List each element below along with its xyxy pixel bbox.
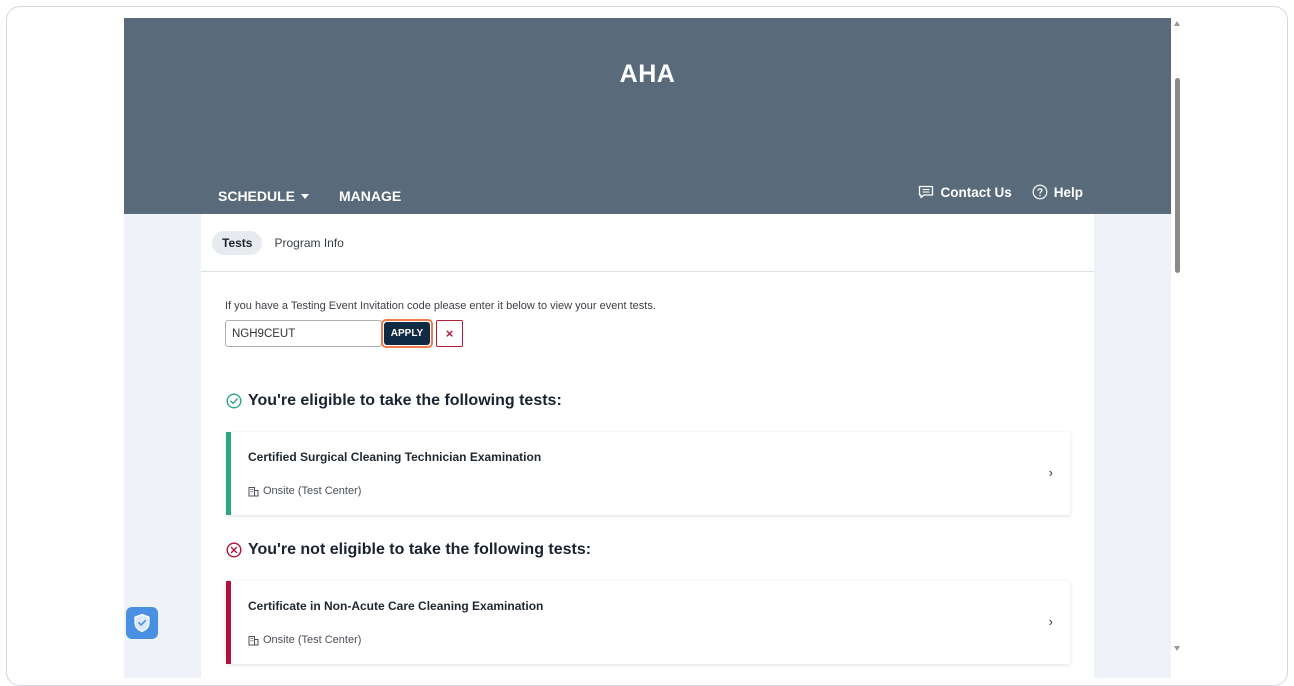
nav-schedule-dropdown[interactable]: SCHEDULE [218, 188, 310, 204]
test-delivery-mode-label: Onsite (Test Center) [263, 634, 362, 646]
check-circle-icon [226, 393, 242, 409]
page-scrollbar[interactable] [1171, 18, 1185, 678]
invitation-code-input[interactable] [225, 320, 382, 347]
chevron-right-icon: › [1048, 614, 1053, 629]
help-label: Help [1053, 184, 1083, 200]
nav-schedule-label: SCHEDULE [218, 188, 296, 204]
browser-frame: AHA SCHEDULE MANAGE Contact Us Help Test… [6, 6, 1288, 686]
header-banner: AHA SCHEDULE MANAGE Contact Us Help [124, 18, 1171, 214]
shield-check-icon [134, 613, 150, 633]
clear-code-button[interactable]: × [436, 320, 463, 347]
building-icon [248, 635, 259, 645]
scrollbar-thumb[interactable] [1175, 78, 1180, 273]
contact-us-link[interactable]: Contact Us [918, 184, 1012, 200]
test-title: Certificate in Non-Acute Care Cleaning E… [248, 599, 544, 613]
apply-focus-ring: APPLY [381, 319, 433, 348]
eligible-heading-text: You're eligible to take the following te… [248, 392, 562, 409]
tests-panel: Tests Program Info If you have a Testing… [201, 214, 1094, 678]
eligible-test-card[interactable]: Certified Surgical Cleaning Technician E… [226, 432, 1070, 515]
scroll-up-arrow-icon[interactable] [1174, 21, 1180, 26]
test-delivery-mode: Onsite (Test Center) [248, 485, 361, 497]
tab-bar: Tests Program Info [201, 214, 1094, 272]
chevron-right-icon: › [1048, 465, 1053, 480]
ineligible-test-card[interactable]: Certificate in Non-Acute Care Cleaning E… [226, 581, 1070, 664]
brand-title: AHA [619, 60, 676, 88]
help-circle-icon [1032, 184, 1048, 200]
eligible-heading: You're eligible to take the following te… [226, 392, 562, 410]
contact-us-label: Contact Us [940, 184, 1012, 200]
main-nav: SCHEDULE MANAGE [218, 188, 401, 204]
help-link[interactable]: Help [1032, 184, 1083, 200]
caret-down-icon [301, 193, 310, 199]
test-title: Certified Surgical Cleaning Technician E… [248, 450, 542, 464]
ineligible-heading: You're not eligible to take the followin… [226, 541, 591, 559]
nav-manage[interactable]: MANAGE [339, 188, 401, 204]
building-icon [248, 486, 259, 496]
apply-button[interactable]: APPLY [384, 322, 430, 345]
test-delivery-mode: Onsite (Test Center) [248, 634, 361, 646]
invitation-code-row: APPLY × [225, 319, 463, 348]
utility-nav: Contact Us Help [918, 184, 1083, 200]
x-circle-icon [226, 542, 242, 558]
test-delivery-mode-label: Onsite (Test Center) [263, 485, 362, 497]
page-viewport: AHA SCHEDULE MANAGE Contact Us Help Test… [124, 18, 1171, 678]
invitation-prompt: If you have a Testing Event Invitation c… [225, 300, 656, 312]
message-icon [919, 185, 934, 199]
scroll-down-arrow-icon[interactable] [1174, 646, 1180, 651]
privacy-shield-button[interactable] [126, 607, 158, 639]
tab-program-info[interactable]: Program Info [264, 231, 353, 255]
ineligible-heading-text: You're not eligible to take the followin… [248, 541, 592, 558]
tab-tests[interactable]: Tests [212, 230, 263, 255]
